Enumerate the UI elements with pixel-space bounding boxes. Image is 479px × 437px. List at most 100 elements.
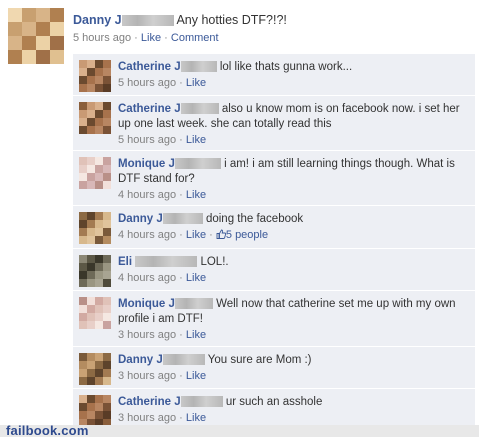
avatar-pixel [95,263,103,271]
avatar[interactable] [79,60,111,92]
avatar-pixel [95,403,103,411]
avatar-pixel [79,361,87,369]
avatar[interactable] [79,212,111,244]
avatar-pixel [79,126,87,134]
comment-time[interactable]: 5 hours ago [118,134,176,146]
separator: · [134,32,138,44]
avatar-pixel [87,255,95,263]
comment-time[interactable]: 3 hours ago [118,412,176,424]
avatar-pixel [87,118,95,126]
avatar-pixel [103,236,111,244]
avatar-pixel [103,321,111,329]
comment-author[interactable]: Danny J [118,354,163,366]
avatar-pixel [8,50,22,64]
comment-item: Danny J doing the facebook 4 hours ago ·… [73,206,475,249]
avatar-pixel [79,403,87,411]
like-link[interactable]: Like [186,189,206,201]
avatar-pixel [95,60,103,68]
avatar-pixel [79,263,87,271]
comment-time[interactable]: 4 hours ago [118,189,176,201]
separator: · [179,272,183,284]
avatar-pixel [95,313,103,321]
comment-author[interactable]: Danny J [118,213,163,225]
like-link[interactable]: Like [141,32,161,44]
avatar[interactable] [79,102,111,134]
comment-link[interactable]: Comment [171,32,219,44]
comment-author[interactable]: Catherine J [118,103,181,115]
avatar[interactable] [79,255,111,287]
likes-count-link[interactable]: 5 people [226,229,268,241]
comment-time[interactable]: 5 hours ago [118,77,176,89]
avatar-pixel [95,377,103,385]
avatar-pixel [79,165,87,173]
avatar-pixel [87,313,95,321]
avatar-pixel [103,212,111,220]
avatar-pixel [50,22,64,36]
avatar-pixel [87,181,95,189]
avatar-pixel [87,68,95,76]
separator: · [179,77,183,89]
post-author[interactable]: Danny J [73,13,122,27]
avatar-pixel [22,22,36,36]
avatar-pixel [103,403,111,411]
avatar-pixel [36,50,50,64]
avatar-pixel [79,157,87,165]
separator: · [179,412,183,424]
like-link[interactable]: Like [186,134,206,146]
like-link[interactable]: Like [186,272,206,284]
avatar-pixel [87,321,95,329]
comment-item: Monique J i am! i am still learning thin… [73,151,475,206]
avatar-pixel [95,84,103,92]
avatar[interactable] [79,297,111,329]
like-link[interactable]: Like [186,77,206,89]
comment-author[interactable]: Monique J [118,158,175,170]
post-content: Danny J Any hotties DTF?!?! 5 hours ago … [73,12,473,45]
like-link[interactable]: Like [186,370,206,382]
avatar-pixel [87,126,95,134]
comment-author[interactable]: Monique J [118,298,175,310]
avatar-pixel [87,279,95,287]
avatar-pixel [95,228,103,236]
avatar-pixel [22,50,36,64]
comment-time[interactable]: 4 hours ago [118,272,176,284]
avatar-pixel [87,60,95,68]
avatar-pixel [87,297,95,305]
avatar-pixel [95,271,103,279]
avatar-pixel [87,395,95,403]
avatar-pixel [79,313,87,321]
comment-time[interactable]: 4 hours ago [118,229,176,241]
comment-author[interactable]: Eli [118,256,132,268]
separator: · [179,189,183,201]
avatar-pixel [103,313,111,321]
avatar-pixel [87,377,95,385]
comment-time[interactable]: 3 hours ago [118,329,176,341]
avatar[interactable] [79,353,111,385]
avatar-pixel [103,255,111,263]
avatar[interactable] [79,157,111,189]
like-link[interactable]: Like [186,412,206,424]
like-link[interactable]: Like [186,329,206,341]
comment-author[interactable]: Catherine J [118,61,181,73]
post-time[interactable]: 5 hours ago [73,32,131,44]
comment-author[interactable]: Catherine J [118,396,181,408]
avatar-pixel [8,36,22,50]
comment-time[interactable]: 3 hours ago [118,370,176,382]
redacted-name [135,256,198,267]
separator: · [179,370,183,382]
avatar-pixel [79,60,87,68]
avatar-pixel [87,212,95,220]
avatar[interactable] [8,8,64,64]
avatar-pixel [87,173,95,181]
avatar-pixel [79,84,87,92]
avatar-pixel [87,271,95,279]
avatar-pixel [103,369,111,377]
like-link[interactable]: Like [186,229,206,241]
separator: · [179,134,183,146]
avatar-pixel [87,369,95,377]
separator: · [164,32,168,44]
avatar-pixel [36,8,50,22]
avatar-pixel [79,353,87,361]
avatar-pixel [8,22,22,36]
avatar-pixel [103,228,111,236]
comment-item: Monique J Well now that catherine set me… [73,291,475,347]
